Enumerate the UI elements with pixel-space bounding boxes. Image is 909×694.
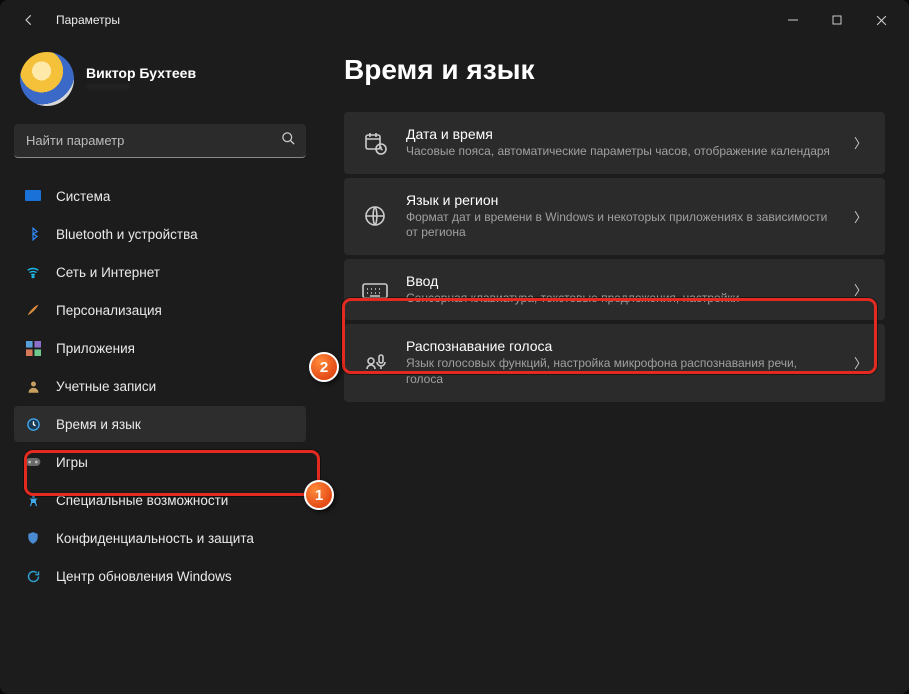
sidebar-item-accessibility[interactable]: Специальные возможности	[14, 482, 306, 518]
chevron-right-icon: 〉	[854, 133, 867, 152]
clock-icon	[24, 415, 42, 433]
search-input[interactable]	[14, 124, 306, 158]
card-typing[interactable]: Ввод Сенсорная клавиатура, текстовые пре…	[344, 259, 885, 321]
window-controls	[771, 5, 903, 35]
card-title: Дата и время	[406, 126, 836, 142]
window-title: Параметры	[56, 13, 120, 27]
card-title: Ввод	[406, 273, 836, 289]
card-subtitle: Сенсорная клавиатура, текстовые предложе…	[406, 291, 836, 307]
mic-icon	[362, 350, 388, 376]
user-card[interactable]: Виктор Бухтеев ············	[14, 46, 306, 124]
maximize-button[interactable]	[815, 5, 859, 35]
sidebar-item-label: Игры	[56, 455, 88, 470]
brush-icon	[24, 301, 42, 319]
sidebar-item-update[interactable]: Центр обновления Windows	[14, 558, 306, 594]
globe-lang-icon	[362, 203, 388, 229]
nav-list: Система Bluetooth и устройства Сеть и Ин…	[14, 178, 306, 594]
sidebar-item-gaming[interactable]: Игры	[14, 444, 306, 480]
card-title: Распознавание голоса	[406, 338, 836, 354]
person-icon	[24, 377, 42, 395]
sidebar-item-label: Приложения	[56, 341, 135, 356]
wifi-icon	[24, 263, 42, 281]
sidebar-item-label: Bluetooth и устройства	[56, 227, 198, 242]
update-icon	[24, 567, 42, 585]
sidebar-item-label: Система	[56, 189, 110, 204]
chevron-right-icon: 〉	[854, 280, 867, 299]
card-speech[interactable]: Распознавание голоса Язык голосовых функ…	[344, 324, 885, 401]
bluetooth-icon	[24, 225, 42, 243]
back-button[interactable]	[14, 5, 44, 35]
card-subtitle: Часовые пояса, автоматические параметры …	[406, 144, 836, 160]
chevron-right-icon: 〉	[854, 353, 867, 372]
sidebar-item-label: Центр обновления Windows	[56, 569, 232, 584]
user-email: ············	[86, 81, 196, 93]
shield-icon	[24, 529, 42, 547]
sidebar-item-label: Специальные возможности	[56, 493, 228, 508]
titlebar: Параметры	[0, 0, 909, 40]
sidebar-item-personalization[interactable]: Персонализация	[14, 292, 306, 328]
card-subtitle: Формат дат и времени в Windows и некотор…	[406, 210, 836, 241]
game-icon	[24, 453, 42, 471]
accessibility-icon	[24, 491, 42, 509]
search-field	[14, 124, 306, 158]
sidebar-item-label: Сеть и Интернет	[56, 265, 160, 280]
sidebar-item-label: Конфиденциальность и защита	[56, 531, 254, 546]
settings-window: Параметры Виктор Бухтеев ············	[0, 0, 909, 694]
apps-icon	[24, 339, 42, 357]
sidebar-item-label: Учетные записи	[56, 379, 156, 394]
sidebar-item-accounts[interactable]: Учетные записи	[14, 368, 306, 404]
main-panel: Время и язык Дата и время Часовые пояса,…	[320, 40, 909, 694]
sidebar: Виктор Бухтеев ············ Система Blue…	[0, 40, 320, 694]
sidebar-item-time-language[interactable]: Время и язык	[14, 406, 306, 442]
sidebar-item-apps[interactable]: Приложения	[14, 330, 306, 366]
system-icon	[24, 187, 42, 205]
sidebar-item-network[interactable]: Сеть и Интернет	[14, 254, 306, 290]
content-area: Виктор Бухтеев ············ Система Blue…	[0, 40, 909, 694]
card-title: Язык и регион	[406, 192, 836, 208]
sidebar-item-privacy[interactable]: Конфиденциальность и защита	[14, 520, 306, 556]
sidebar-item-system[interactable]: Система	[14, 178, 306, 214]
sidebar-item-label: Время и язык	[56, 417, 141, 432]
page-title: Время и язык	[344, 54, 885, 86]
settings-card-list: Дата и время Часовые пояса, автоматическ…	[344, 112, 885, 402]
card-language-region[interactable]: Язык и регион Формат дат и времени в Win…	[344, 178, 885, 255]
sidebar-item-bluetooth[interactable]: Bluetooth и устройства	[14, 216, 306, 252]
minimize-button[interactable]	[771, 5, 815, 35]
sidebar-item-label: Персонализация	[56, 303, 162, 318]
keyboard-icon	[362, 277, 388, 303]
card-date-time[interactable]: Дата и время Часовые пояса, автоматическ…	[344, 112, 885, 174]
calendar-clock-icon	[362, 130, 388, 156]
card-subtitle: Язык голосовых функций, настройка микроф…	[406, 356, 836, 387]
user-name: Виктор Бухтеев	[86, 65, 196, 81]
avatar	[20, 52, 74, 106]
chevron-right-icon: 〉	[854, 207, 867, 226]
close-button[interactable]	[859, 5, 903, 35]
